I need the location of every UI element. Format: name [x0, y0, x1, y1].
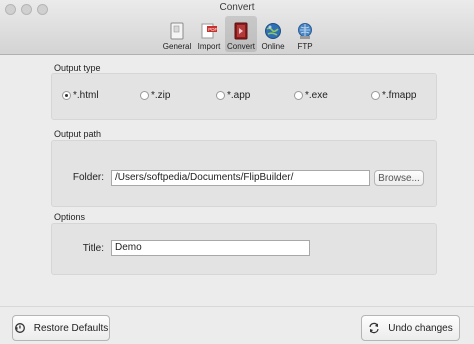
- tab-import-label: Import: [197, 42, 221, 51]
- import-icon: PDF: [201, 23, 217, 39]
- radio-html-dot[interactable]: [62, 91, 71, 100]
- radio-fmapp-label: *.fmapp: [382, 90, 417, 101]
- online-icon: [265, 23, 281, 39]
- ftp-icon: [298, 23, 312, 39]
- preferences-window: Convert General PDF Import Convert Onlin…: [0, 0, 474, 344]
- tab-general[interactable]: General: [161, 16, 193, 52]
- folder-input[interactable]: /Users/softpedia/Documents/FlipBuilder/: [111, 170, 370, 186]
- tab-convert[interactable]: Convert: [225, 16, 257, 52]
- tab-online[interactable]: Online: [257, 16, 289, 52]
- undo-icon: [369, 322, 379, 334]
- undo-changes-button[interactable]: Undo changes: [361, 315, 460, 341]
- radio-exe-label: *.exe: [305, 90, 328, 101]
- tab-ftp[interactable]: FTP: [289, 16, 321, 52]
- restore-icon: [14, 323, 25, 333]
- radio-zip[interactable]: *.zip: [140, 90, 170, 101]
- footer-divider: [0, 306, 474, 307]
- radio-html-label: *.html: [73, 90, 99, 101]
- window-title: Convert: [219, 2, 255, 13]
- title-bar: Convert General PDF Import Convert Onlin…: [0, 0, 474, 55]
- browse-button[interactable]: Browse...: [374, 170, 424, 186]
- options-heading: Options: [54, 212, 86, 222]
- radio-exe[interactable]: *.exe: [294, 90, 328, 101]
- radio-zip-dot[interactable]: [140, 91, 149, 100]
- radio-app[interactable]: *.app: [216, 90, 250, 101]
- radio-app-dot[interactable]: [216, 91, 225, 100]
- radio-exe-dot[interactable]: [294, 91, 303, 100]
- convert-icon: [234, 22, 248, 40]
- preferences-toolbar: General PDF Import Convert Online FTP: [161, 16, 321, 52]
- radio-html[interactable]: *.html: [62, 90, 99, 101]
- tab-general-label: General: [162, 42, 192, 51]
- title-input[interactable]: Demo: [111, 240, 310, 256]
- output-type-heading: Output type: [54, 63, 101, 73]
- title-label: Title:: [82, 243, 104, 254]
- radio-fmapp-dot[interactable]: [371, 91, 380, 100]
- tab-import[interactable]: PDF Import: [193, 16, 225, 52]
- radio-zip-label: *.zip: [151, 90, 171, 101]
- general-icon: [170, 22, 184, 40]
- tab-convert-label: Convert: [226, 42, 255, 51]
- undo-changes-label: Undo changes: [388, 322, 453, 334]
- output-path-heading: Output path: [54, 129, 102, 139]
- radio-fmapp[interactable]: *.fmapp: [371, 90, 416, 101]
- radio-app-label: *.app: [227, 90, 251, 101]
- folder-label: Folder:: [72, 172, 104, 183]
- tab-online-label: Online: [261, 42, 285, 51]
- svg-text:PDF: PDF: [208, 27, 217, 32]
- restore-defaults-label: Restore Defaults: [33, 322, 109, 334]
- tab-ftp-label: FTP: [297, 42, 313, 51]
- restore-defaults-button[interactable]: Restore Defaults: [12, 315, 110, 341]
